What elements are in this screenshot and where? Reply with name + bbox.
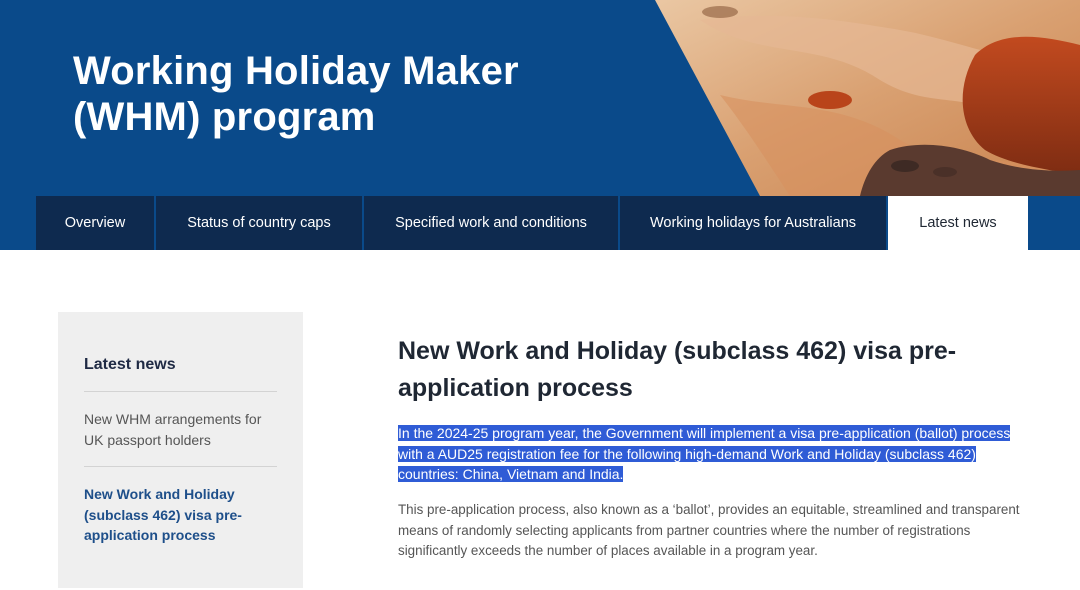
article-title: New Work and Holiday (subclass 462) visa… — [398, 337, 957, 402]
tab-specified-work-and-conditions[interactable]: Specified work and conditions — [364, 196, 620, 250]
page-title-line-2: (WHM) program — [73, 95, 376, 139]
selected-text: In the 2024-25 program year, the Governm… — [398, 425, 1011, 482]
tab-latest-news[interactable]: Latest news — [888, 196, 1028, 250]
tab-overview[interactable]: Overview — [36, 196, 156, 250]
tab-status-of-country-caps[interactable]: Status of country caps — [156, 196, 364, 250]
sidebar-item-uk-passport-holders[interactable]: New WHM arrangements for UK passport hol… — [84, 409, 279, 450]
section-tabs: Overview Status of country caps Specifie… — [36, 196, 1028, 250]
sidebar-divider — [84, 466, 277, 467]
page-title-line-1: Working Holiday Maker — [73, 49, 519, 93]
selected-paragraph: In the 2024-25 program year, the Governm… — [398, 423, 1028, 485]
sidebar-divider — [84, 391, 277, 392]
sidebar-nav: Latest news New WHM arrangements for UK … — [58, 312, 303, 588]
sidebar-title: Latest news — [84, 356, 176, 373]
page-title: Working Holiday Maker (WHM) program — [73, 48, 519, 140]
article-paragraph: This pre-application process, also known… — [398, 502, 1020, 558]
tab-working-holidays-for-australians[interactable]: Working holidays for Australians — [620, 196, 888, 250]
sidebar-item-subclass-462-pre-application[interactable]: New Work and Holiday (subclass 462) visa… — [84, 484, 279, 546]
